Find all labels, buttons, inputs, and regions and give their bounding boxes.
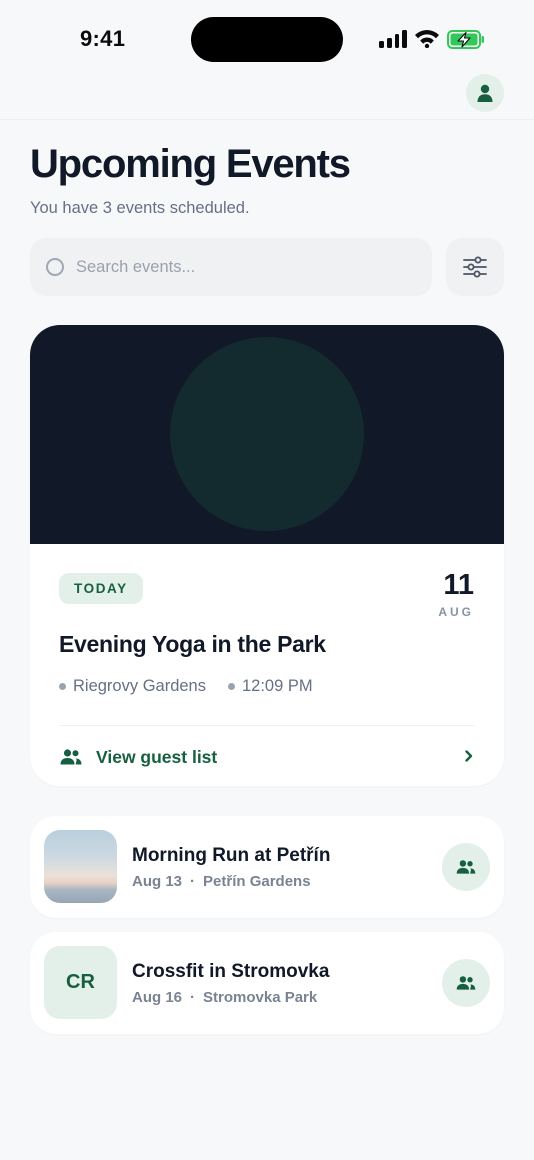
chevron-right-icon xyxy=(465,750,473,762)
users-icon xyxy=(456,976,476,990)
featured-event-title: Evening Yoga in the Park xyxy=(59,631,326,657)
event-title: Morning Run at Petřín xyxy=(132,845,331,866)
event-location: Petřín Gardens xyxy=(203,873,311,890)
page-subtitle: You have 3 events scheduled. xyxy=(30,199,250,217)
event-date-day: 11 xyxy=(443,569,474,601)
bullet-icon xyxy=(59,683,66,690)
battery-charging-icon xyxy=(447,30,484,49)
event-initials-avatar: CR xyxy=(44,946,117,1019)
users-icon xyxy=(456,860,476,874)
event-date: Aug 13 xyxy=(132,873,183,890)
guests-button[interactable] xyxy=(442,959,490,1007)
wifi-icon xyxy=(415,30,439,48)
search-bar[interactable] xyxy=(30,238,432,296)
event-location: Riegrovy Gardens xyxy=(73,677,206,695)
view-guest-list-link[interactable]: View guest list xyxy=(59,743,475,771)
status-bar: 9:41 xyxy=(0,0,534,80)
featured-event-meta: Riegrovy Gardens 12:09 PM xyxy=(59,677,313,696)
dynamic-island xyxy=(191,17,343,62)
filter-button[interactable] xyxy=(446,238,504,296)
screen: 9:41 Upcoming Events You have 3 events s… xyxy=(0,0,534,1160)
sliders-icon xyxy=(463,256,487,278)
today-badge: TODAY xyxy=(59,573,143,604)
user-icon xyxy=(477,84,493,102)
search-input[interactable] xyxy=(76,257,376,277)
users-icon xyxy=(60,749,82,765)
event-date: Aug 16 xyxy=(132,989,183,1006)
page-title: Upcoming Events xyxy=(30,142,351,186)
view-guest-list-label: View guest list xyxy=(96,746,218,767)
separator: · xyxy=(190,989,196,1006)
top-header xyxy=(0,74,534,120)
status-time: 9:41 xyxy=(80,26,126,51)
event-date-month: AUG xyxy=(438,605,474,619)
event-subtitle: Aug 13 · Petřín Gardens xyxy=(132,873,311,890)
featured-event-card[interactable]: TODAY 11 AUG Evening Yoga in the Park Ri… xyxy=(30,325,504,786)
event-thumbnail xyxy=(44,830,117,903)
event-location: Stromovka Park xyxy=(203,989,318,1006)
card-divider xyxy=(59,725,475,726)
image-placeholder-circle xyxy=(170,337,364,531)
event-title: Crossfit in Stromovka xyxy=(132,961,330,982)
guests-button[interactable] xyxy=(442,843,490,891)
cellular-signal-icon xyxy=(379,30,407,48)
event-time: 12:09 PM xyxy=(241,677,313,695)
bullet-icon xyxy=(227,683,235,690)
profile-button[interactable] xyxy=(466,74,504,112)
event-subtitle: Aug 16 · Stromovka Park xyxy=(132,989,317,1006)
search-icon xyxy=(46,258,64,276)
event-list-item[interactable]: CR Crossfit in Stromovka Aug 16 · Stromovk… xyxy=(30,932,504,1034)
separator: · xyxy=(190,873,196,890)
event-list-item[interactable]: Morning Run at Petřín Aug 13 · Petřín Gard… xyxy=(30,816,504,918)
featured-event-image xyxy=(30,325,504,544)
